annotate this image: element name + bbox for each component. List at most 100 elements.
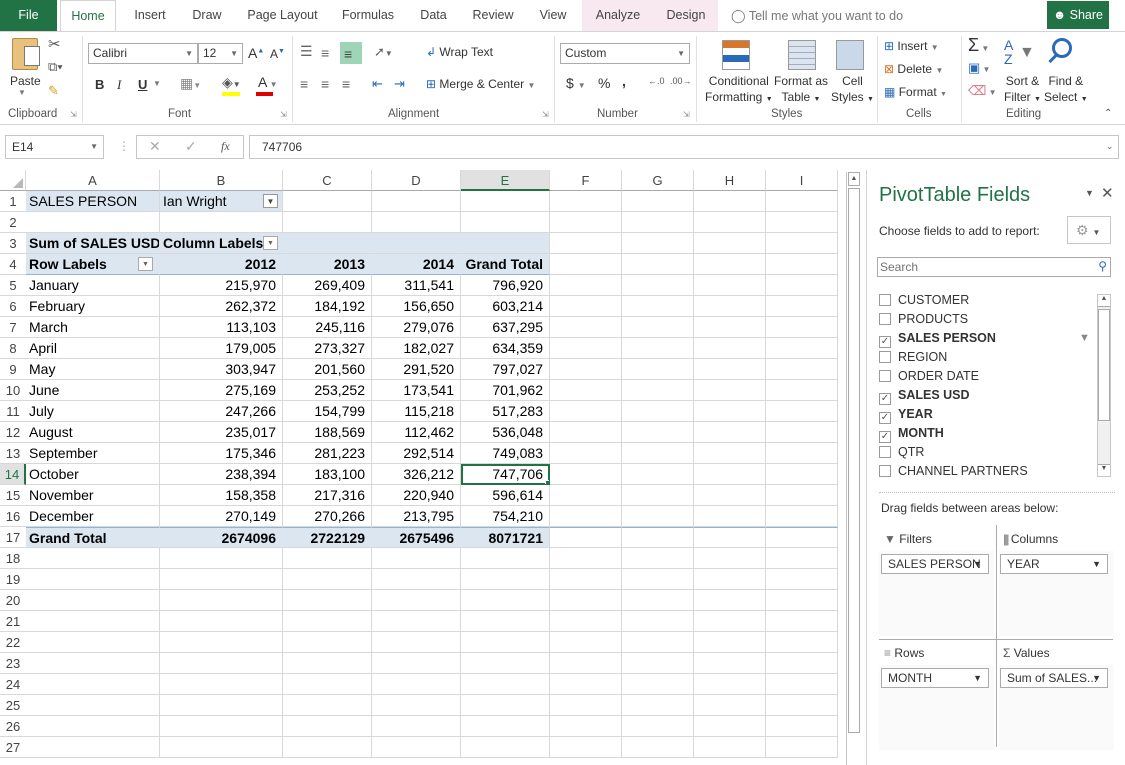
- empty-cell[interactable]: [766, 485, 838, 506]
- empty-cell[interactable]: [622, 359, 694, 380]
- empty-cell[interactable]: [766, 317, 838, 338]
- empty-cell[interactable]: [461, 548, 550, 569]
- checkbox[interactable]: [879, 313, 891, 325]
- empty-cell[interactable]: [622, 716, 694, 737]
- empty-cell[interactable]: [766, 359, 838, 380]
- cancel-icon[interactable]: ✕: [149, 138, 161, 155]
- cell-c15[interactable]: 217,316: [283, 485, 372, 506]
- wrap-text-button[interactable]: ↲ Wrap Text: [426, 45, 493, 59]
- empty-cell[interactable]: [461, 695, 550, 716]
- tab-data[interactable]: Data: [411, 0, 456, 31]
- empty-cell[interactable]: [372, 590, 461, 611]
- row-header-1[interactable]: 1: [0, 191, 26, 212]
- empty-cell[interactable]: [694, 380, 766, 401]
- scroll-thumb[interactable]: [848, 188, 860, 733]
- cell-e8[interactable]: 634,359: [461, 338, 550, 359]
- row-field-month[interactable]: MONTH ▼: [881, 668, 989, 688]
- field-item[interactable]: CHANNEL PARTNERS: [879, 462, 1028, 481]
- empty-cell[interactable]: [550, 632, 622, 653]
- column-header-e[interactable]: E: [461, 170, 550, 191]
- cell-b14[interactable]: 238,394: [160, 464, 283, 485]
- field-search[interactable]: ⚲: [877, 257, 1111, 277]
- empty-cell[interactable]: [550, 212, 622, 233]
- cell-c11[interactable]: 154,799: [283, 401, 372, 422]
- empty-cell[interactable]: [461, 674, 550, 695]
- empty-cell[interactable]: [622, 233, 694, 254]
- cell-e10[interactable]: 701,962: [461, 380, 550, 401]
- empty-cell[interactable]: [622, 506, 694, 527]
- top-align-icon[interactable]: ☰: [300, 43, 313, 60]
- cell-a6[interactable]: February: [26, 296, 160, 317]
- row-header-3[interactable]: 3: [0, 233, 26, 254]
- checkbox[interactable]: ✓: [879, 336, 891, 348]
- cell-c17[interactable]: 2722129: [283, 527, 372, 548]
- cell-c5[interactable]: 269,409: [283, 275, 372, 296]
- row-header-4[interactable]: 4: [0, 254, 26, 275]
- cell-styles-button[interactable]: Cell Styles ▼: [831, 73, 874, 108]
- empty-cell[interactable]: [766, 527, 838, 548]
- cell-e13[interactable]: 749,083: [461, 443, 550, 464]
- empty-cell[interactable]: [283, 212, 372, 233]
- name-box[interactable]: E14 ▼: [5, 135, 104, 159]
- empty-cell[interactable]: [372, 233, 461, 254]
- empty-cell[interactable]: [550, 485, 622, 506]
- empty-cell[interactable]: [372, 716, 461, 737]
- empty-cell[interactable]: [26, 674, 160, 695]
- empty-cell[interactable]: [461, 716, 550, 737]
- font-launcher-icon[interactable]: ⇲: [280, 110, 287, 119]
- cell-e11[interactable]: 517,283: [461, 401, 550, 422]
- empty-cell[interactable]: [766, 464, 838, 485]
- borders-icon[interactable]: ▦▼: [180, 75, 201, 92]
- tell-me-search[interactable]: ◯ Tell me what you want to do: [731, 0, 903, 32]
- empty-cell[interactable]: [461, 233, 550, 254]
- empty-cell[interactable]: [694, 275, 766, 296]
- empty-cell[interactable]: [26, 737, 160, 758]
- empty-cell[interactable]: [283, 590, 372, 611]
- row-header-9[interactable]: 9: [0, 359, 26, 380]
- cell-d8[interactable]: 182,027: [372, 338, 461, 359]
- cell-b7[interactable]: 113,103: [160, 317, 283, 338]
- value-field-sum-sales[interactable]: Sum of SALES... ▼: [1000, 668, 1108, 688]
- paste-dropdown-icon[interactable]: ▼: [18, 88, 26, 97]
- field-list-scrollbar[interactable]: ▲ ▼: [1097, 294, 1111, 477]
- italic-button[interactable]: I: [117, 77, 121, 93]
- empty-cell[interactable]: [283, 191, 372, 212]
- empty-cell[interactable]: [160, 212, 283, 233]
- empty-cell[interactable]: [766, 422, 838, 443]
- row-header-6[interactable]: 6: [0, 296, 26, 317]
- cell-c6[interactable]: 184,192: [283, 296, 372, 317]
- empty-cell[interactable]: [283, 632, 372, 653]
- row-header-17[interactable]: 17: [0, 527, 26, 548]
- empty-cell[interactable]: [766, 380, 838, 401]
- row-header-23[interactable]: 23: [0, 653, 26, 674]
- decrease-indent-icon[interactable]: ⇤: [372, 76, 383, 92]
- empty-cell[interactable]: [550, 317, 622, 338]
- empty-cell[interactable]: [694, 359, 766, 380]
- empty-cell[interactable]: [622, 254, 694, 275]
- label-dropdown-icon[interactable]: ▼: [138, 257, 153, 271]
- checkbox[interactable]: ✓: [879, 393, 891, 405]
- formula-input[interactable]: 747706: [249, 135, 1119, 159]
- cell-c13[interactable]: 281,223: [283, 443, 372, 464]
- tab-home[interactable]: Home: [60, 0, 116, 32]
- empty-cell[interactable]: [622, 695, 694, 716]
- filter-field-sales-person[interactable]: SALES PERSON ▼: [881, 554, 989, 574]
- clear-icon[interactable]: ⌫ ▼: [968, 83, 997, 99]
- empty-cell[interactable]: [283, 737, 372, 758]
- grow-font-icon[interactable]: A▲: [248, 45, 264, 61]
- empty-cell[interactable]: [283, 611, 372, 632]
- cell-b3[interactable]: Column Labels ▼: [160, 233, 283, 254]
- vertical-scrollbar[interactable]: ▲: [846, 172, 861, 765]
- empty-cell[interactable]: [622, 338, 694, 359]
- cell-d12[interactable]: 112,462: [372, 422, 461, 443]
- row-header-5[interactable]: 5: [0, 275, 26, 296]
- column-header-c[interactable]: C: [283, 170, 372, 191]
- empty-cell[interactable]: [550, 296, 622, 317]
- tab-design[interactable]: Design: [654, 0, 718, 31]
- empty-cell[interactable]: [283, 569, 372, 590]
- decrease-decimal-icon[interactable]: .00→: [670, 76, 692, 86]
- empty-cell[interactable]: [550, 275, 622, 296]
- cell-d11[interactable]: 115,218: [372, 401, 461, 422]
- empty-cell[interactable]: [622, 380, 694, 401]
- empty-cell[interactable]: [694, 737, 766, 758]
